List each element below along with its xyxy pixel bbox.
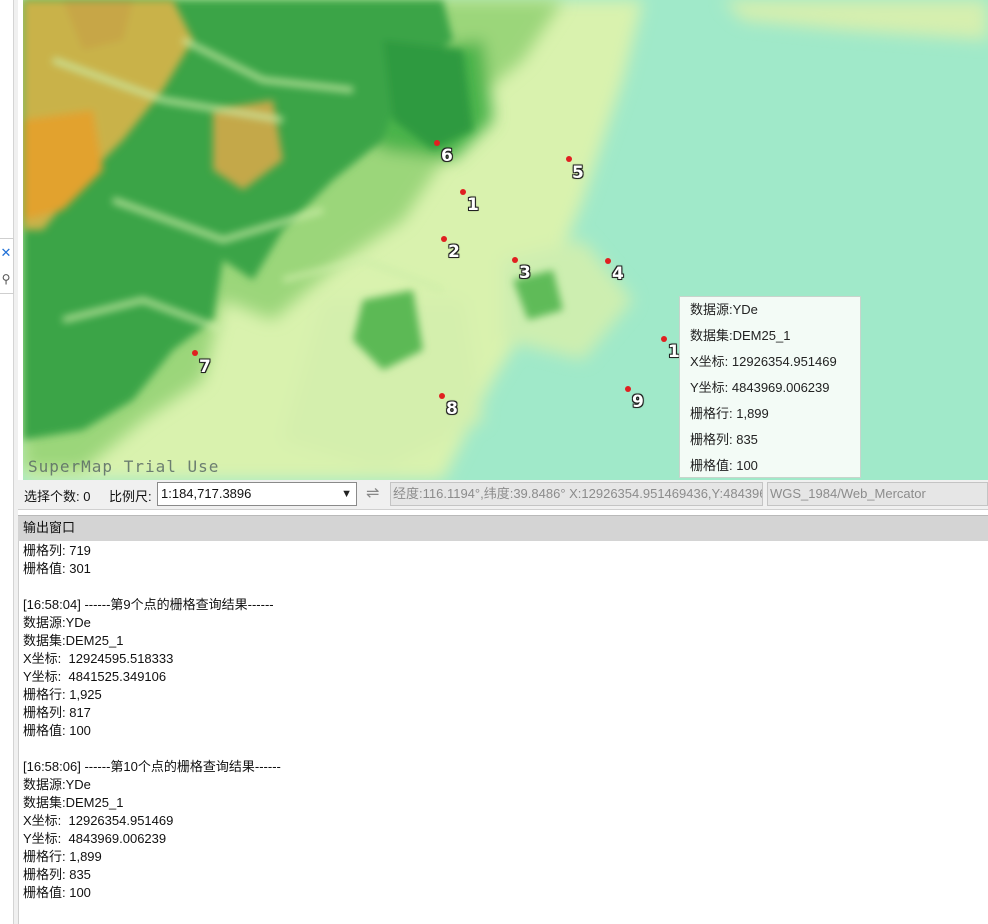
scale-dropdown[interactable]: 1:184,717.3896 ▼: [157, 482, 357, 506]
log-line: 栅格行: 1,925: [23, 687, 102, 702]
log-line: Y坐标: 4843969.006239: [23, 831, 167, 846]
tooltip-datasource: 数据源:YDe: [690, 302, 758, 317]
scale-label: 比例尺:: [109, 489, 152, 504]
map-status-bar: 选择个数: 0 比例尺: 1:184,717.3896 ▼ ⇌ 经度:116.1…: [18, 480, 988, 510]
log-line: 栅格列: 817: [23, 705, 91, 720]
query-point-label: 1: [467, 195, 479, 215]
query-point-label: 5: [572, 163, 584, 183]
query-point-marker[interactable]: [460, 189, 466, 195]
selection-count: 选择个数: 0: [24, 489, 91, 504]
query-point-marker[interactable]: [192, 350, 198, 356]
trial-watermark: SuperMap Trial Use: [28, 457, 220, 476]
raster-query-tooltip: 数据源:YDe 数据集:DEM25_1 X坐标: 12926354.951469…: [679, 296, 861, 478]
scale-value: 1:184,717.3896: [161, 486, 252, 501]
log-line: X坐标: 12926354.951469: [23, 813, 174, 828]
query-point-label: 7: [199, 357, 211, 377]
log-line: 栅格行: 1,899: [23, 849, 102, 864]
query-point-marker[interactable]: [625, 386, 631, 392]
query-point-label: 3: [519, 263, 531, 283]
query-point-marker[interactable]: [434, 140, 440, 146]
query-point-marker[interactable]: [441, 236, 447, 242]
query-point-marker[interactable]: [661, 336, 667, 342]
log-line: 栅格值: 301: [23, 561, 91, 576]
log-line: 数据源:YDe: [23, 777, 91, 792]
query-point-marker[interactable]: [439, 393, 445, 399]
search-icon[interactable]: ⚲: [0, 271, 12, 287]
log-line: 栅格列: 719: [23, 543, 91, 558]
log-line: 数据集:DEM25_1: [23, 633, 124, 648]
query-point-label: 6: [441, 146, 453, 166]
log-line: 数据源:YDe: [23, 615, 91, 630]
left-panel-tools: ✕ ⚲: [0, 238, 14, 294]
query-point-label: 4: [612, 264, 624, 284]
chevron-down-icon[interactable]: ▼: [341, 483, 352, 505]
log-line: 数据集:DEM25_1: [23, 795, 124, 810]
coordinate-system-readout: WGS_1984/Web_Mercator: [767, 482, 988, 506]
map-view[interactable]: SuperMap Trial Use 6 5 1 2 3 4 7 8 9 1 数…: [23, 0, 988, 480]
tooltip-raster-row: 栅格行: 1,899: [690, 406, 769, 421]
output-window-title[interactable]: 输出窗口: [18, 515, 988, 541]
query-point-label: 9: [632, 392, 644, 412]
log-line: Y坐标: 4841525.349106: [23, 669, 167, 684]
query-point-label: 2: [448, 242, 460, 262]
query-point-marker[interactable]: [512, 257, 518, 263]
output-window-log[interactable]: 栅格列: 719 栅格值: 301 [16:58:04] ------第9个点的…: [18, 541, 988, 924]
query-point-label: 8: [446, 399, 458, 419]
coordinate-readout: 经度:116.1194°,纬度:39.8486° X:12926354.9514…: [390, 482, 763, 506]
log-line: 栅格值: 100: [23, 723, 91, 738]
log-line: [16:58:04] ------第9个点的栅格查询结果------: [23, 597, 274, 612]
swap-icon[interactable]: ⇌: [366, 483, 379, 503]
tooltip-x-coordinate: X坐标: 12926354.951469: [690, 354, 837, 369]
tooltip-y-coordinate: Y坐标: 4843969.006239: [690, 380, 830, 395]
left-panel-edge: [0, 0, 18, 924]
log-line: X坐标: 12924595.518333: [23, 651, 174, 666]
log-line: 栅格列: 835: [23, 867, 91, 882]
query-point-marker[interactable]: [605, 258, 611, 264]
tooltip-raster-value: 栅格值: 100: [690, 458, 758, 473]
tooltip-dataset: 数据集:DEM25_1: [690, 328, 791, 343]
log-line: [16:58:06] ------第10个点的栅格查询结果------: [23, 759, 281, 774]
log-line: 栅格值: 100: [23, 885, 91, 900]
query-point-marker[interactable]: [566, 156, 572, 162]
tooltip-raster-column: 栅格列: 835: [690, 432, 758, 447]
close-icon[interactable]: ✕: [0, 245, 12, 261]
